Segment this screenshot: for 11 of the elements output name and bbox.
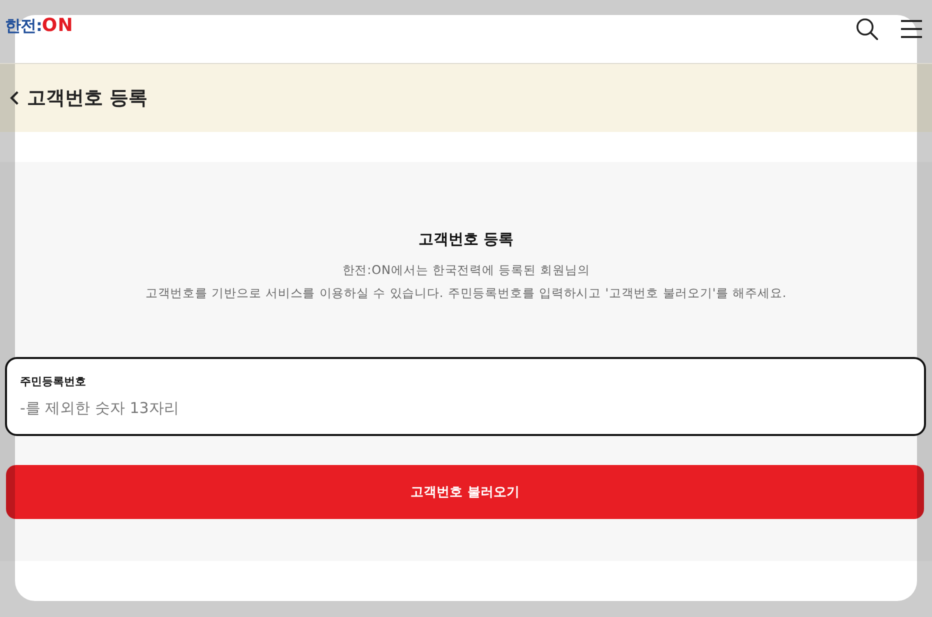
field-label: 주민등록번호 [20,375,86,389]
id-number-field[interactable]: 주민등록번호 -를 제외한 숫자 13자리 [5,357,926,436]
section-heading: 고객번호 등록 [418,229,514,249]
id-number-input[interactable]: -를 제외한 숫자 13자리 [20,397,911,419]
logo[interactable]: 한전:ON [5,15,74,37]
description: 한전:ON에서는 한국전력에 등록된 회원님의 고객번호를 기반으로 서비스를 이용하실 수 있습니다. 주민등록번호를 입력하시고 '고객번호 불러오기'를 해주세요. [145,262,787,302]
page-title: 고객번호 등록 [27,86,148,110]
menu-icon[interactable] [901,20,922,38]
back-icon[interactable] [10,91,19,105]
load-customer-number-button[interactable]: 고객번호 불러오기 [6,465,924,519]
search-icon[interactable] [856,18,878,40]
